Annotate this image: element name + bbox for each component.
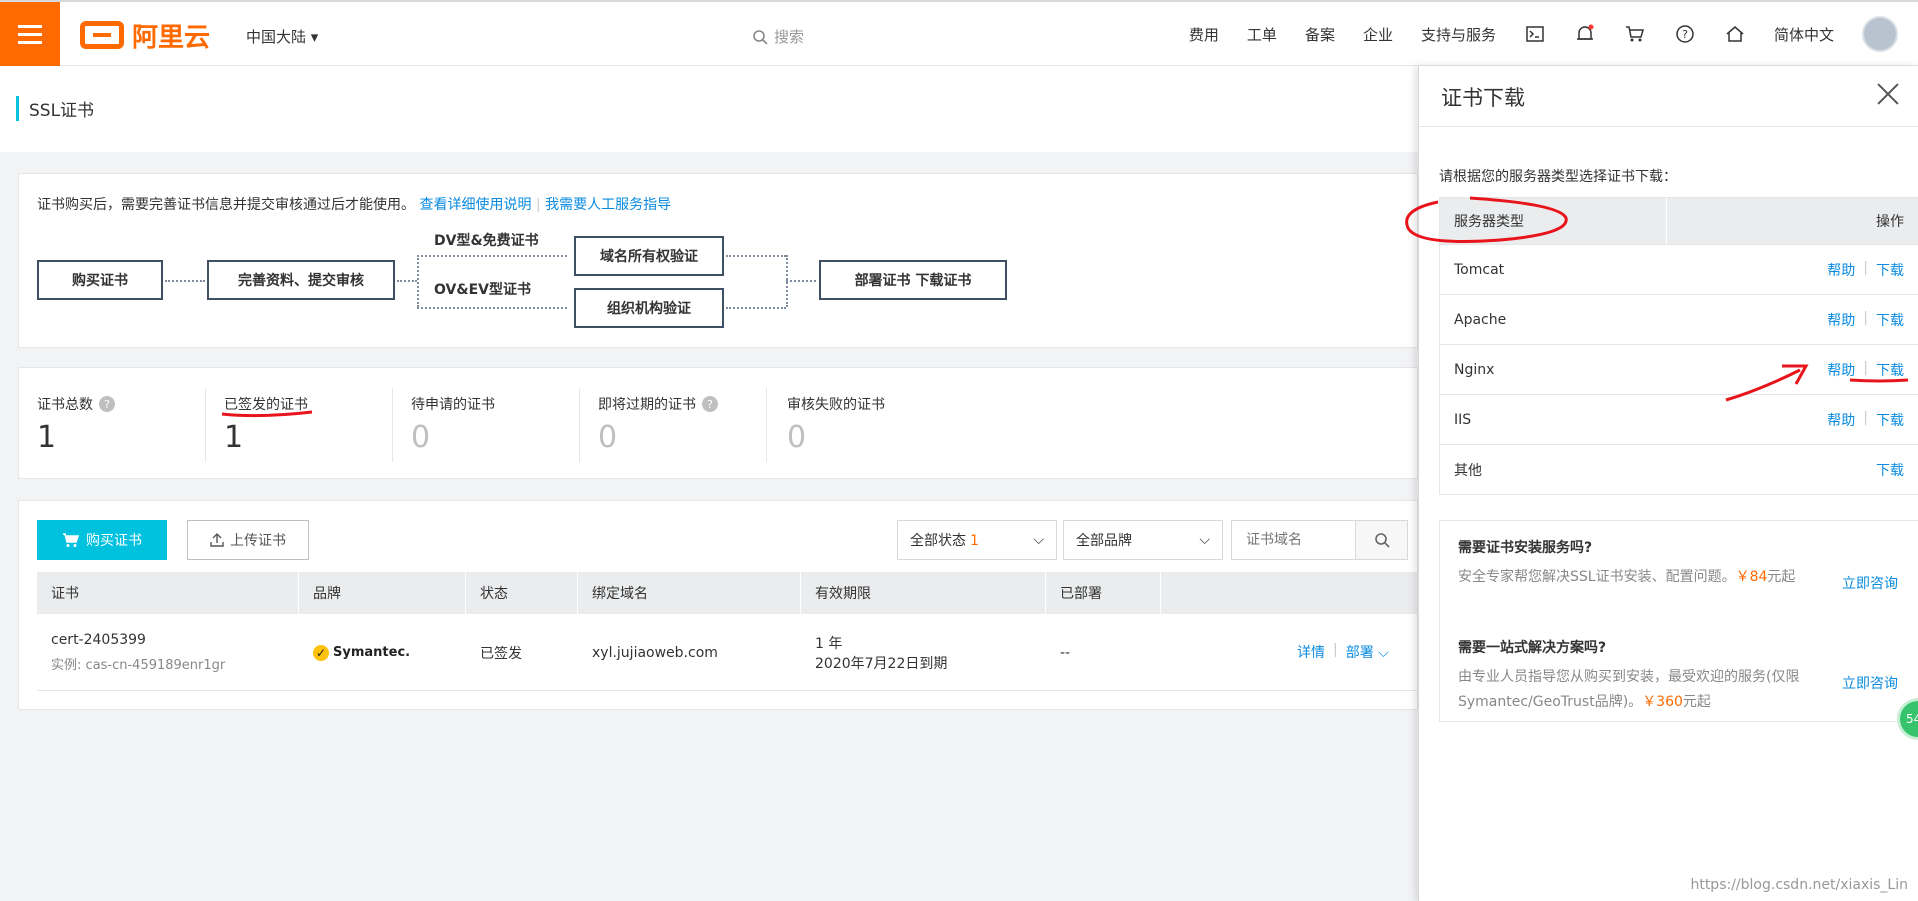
watermark: https://blog.csdn.net/xiaxis_Lin <box>1690 877 1908 893</box>
annotation-overlay <box>221 196 1909 418</box>
annotation-arrow-nginx <box>1725 364 1809 402</box>
annotation-underline-download <box>1849 378 1909 383</box>
annotation-ellipse-server-type <box>1405 196 1568 243</box>
annotation-underline-issued <box>221 410 313 418</box>
